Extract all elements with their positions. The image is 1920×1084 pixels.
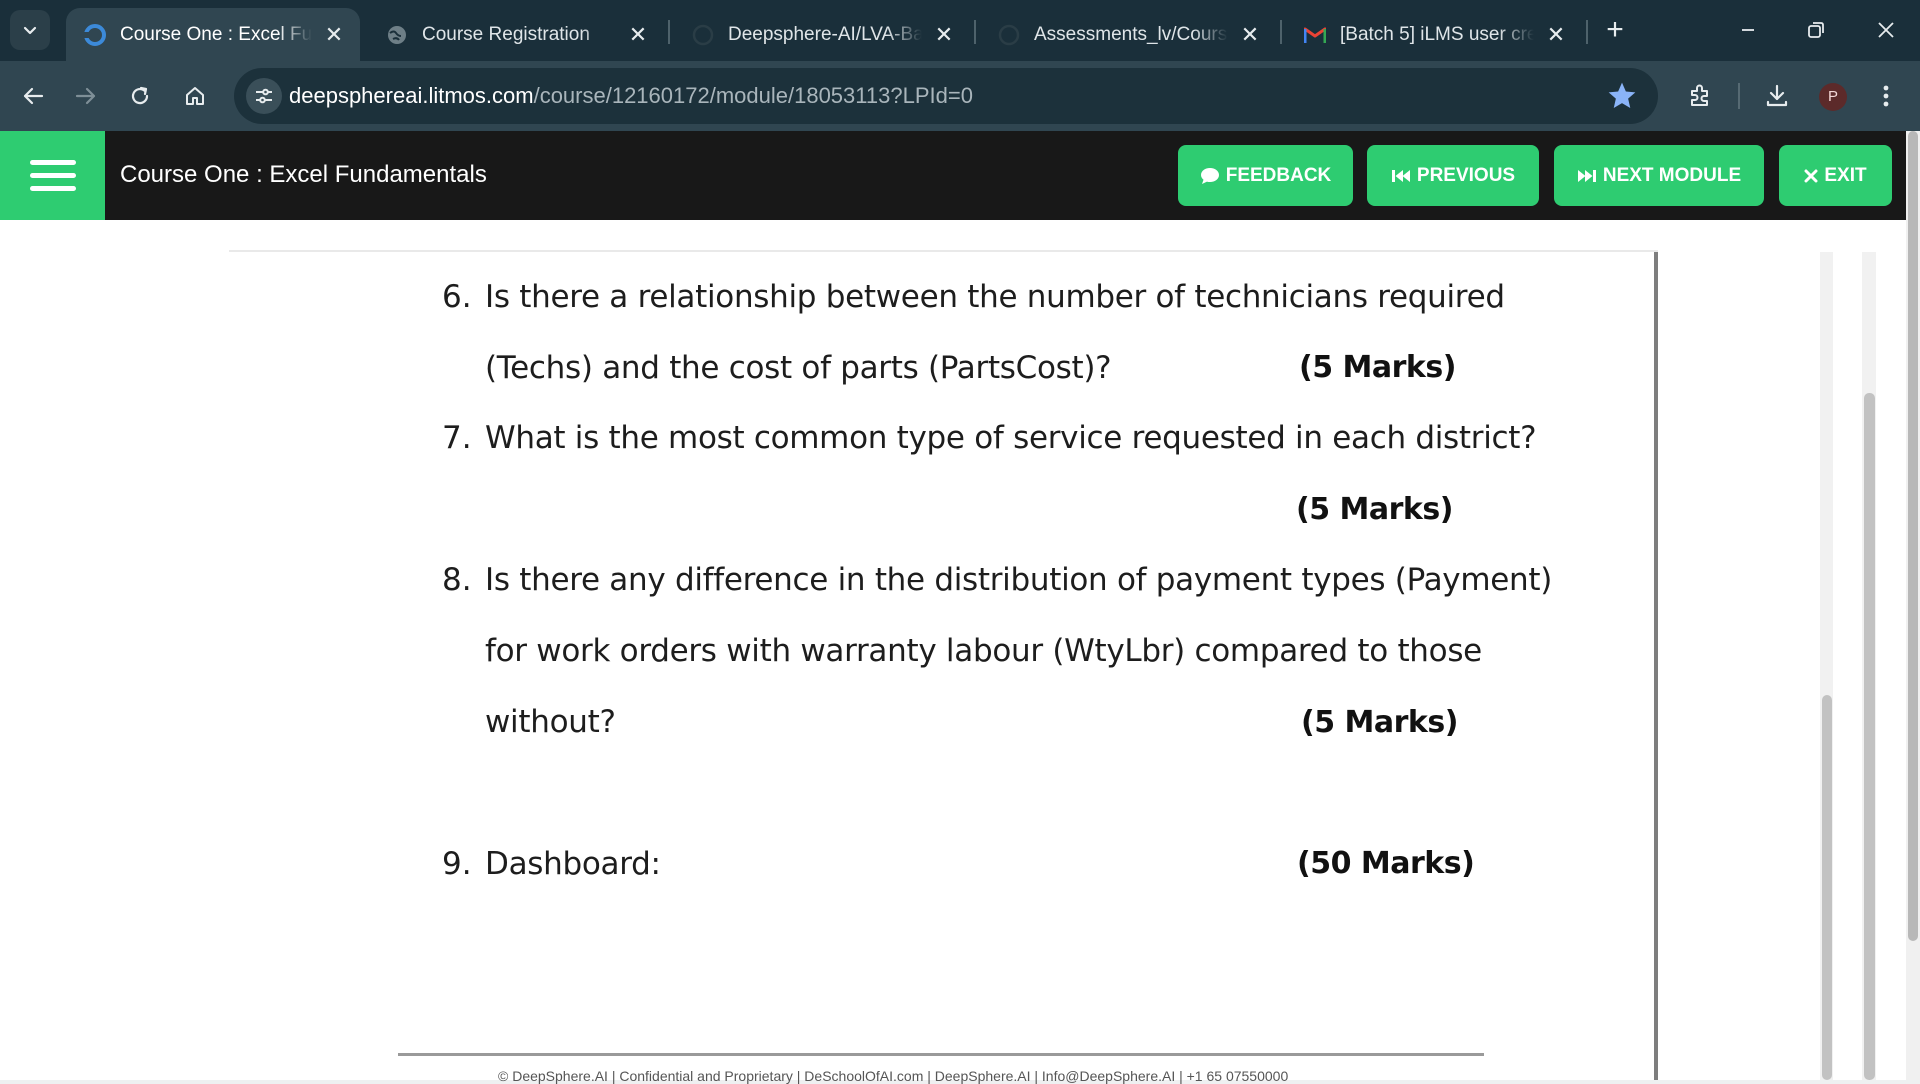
browser-tab-course-registration[interactable]: Course Registration ✕	[368, 8, 664, 61]
tab-separator	[1280, 20, 1282, 44]
close-icon[interactable]: ✕	[932, 22, 956, 48]
feedback-label: FEEDBACK	[1225, 164, 1332, 186]
question-number: 6.	[442, 279, 472, 315]
tab-title: Course Registration	[422, 23, 590, 45]
reload-icon[interactable]	[120, 76, 160, 116]
marks-label: (50 Marks)	[1297, 846, 1475, 881]
profile-avatar[interactable]: P	[1819, 83, 1847, 111]
close-icon[interactable]: ✕	[626, 22, 650, 48]
question-text: without?	[485, 704, 616, 740]
page-footer: © DeepSphere.AI | Confidential and Propr…	[498, 1068, 1289, 1084]
tab-title: Deepsphere-AI/LVA-Batch	[728, 23, 922, 45]
frame-scrollbar-thumb[interactable]	[1864, 393, 1875, 1080]
course-title: Course One : Excel Fundamentals	[120, 161, 487, 188]
marks-label: (5 Marks)	[1301, 705, 1458, 740]
next-module-label: NEXT MODULE	[1602, 164, 1742, 186]
tab-title: Course One : Excel Fundamentals	[120, 23, 312, 45]
toolbar-separator	[1738, 83, 1740, 109]
question-number: 7.	[442, 420, 472, 456]
restore-icon[interactable]	[1796, 12, 1836, 48]
browser-tab-course-one[interactable]: Course One : Excel Fundamentals ✕	[66, 8, 360, 61]
skip-forward-icon	[1577, 168, 1597, 184]
question-number: 9.	[442, 846, 472, 882]
previous-button[interactable]: PREVIOUS	[1367, 145, 1539, 206]
viewer-scrollbar-thumb[interactable]	[1822, 695, 1832, 1080]
github-icon	[692, 24, 714, 46]
question-text: What is the most common type of service …	[485, 420, 1537, 456]
chevron-down-icon	[23, 26, 37, 35]
tab-separator	[974, 20, 976, 44]
window-close-icon[interactable]	[1866, 12, 1906, 48]
question-text: for work orders with warranty labour (Wt…	[485, 633, 1482, 669]
feedback-button[interactable]: FEEDBACK	[1178, 145, 1353, 206]
gmail-icon	[1304, 24, 1326, 46]
close-icon[interactable]: ✕	[1238, 22, 1262, 48]
tab-title: [Batch 5] iLMS user credentials	[1340, 23, 1534, 45]
close-icon[interactable]: ✕	[322, 22, 346, 48]
globe-icon	[386, 24, 408, 46]
exit-button[interactable]: EXIT	[1779, 145, 1892, 206]
browser-tab-gmail[interactable]: [Batch 5] iLMS user credentials ✕	[1286, 8, 1582, 61]
exit-label: EXIT	[1824, 164, 1867, 186]
close-icon[interactable]: ✕	[1544, 22, 1568, 48]
comment-icon	[1200, 167, 1220, 185]
browser-tab-deepsphere-github[interactable]: Deepsphere-AI/LVA-Batch ✕	[674, 8, 970, 61]
question-text: Dashboard:	[485, 846, 661, 882]
marks-label: (5 Marks)	[1299, 350, 1456, 385]
close-icon	[1804, 169, 1818, 183]
browser-tab-strip: Course One : Excel Fundamentals ✕ Course…	[0, 0, 1920, 61]
bookmark-star-icon[interactable]	[1606, 80, 1638, 112]
question-text: (Techs) and the cost of parts (PartsCost…	[485, 350, 1112, 386]
question-text: Is there a relationship between the numb…	[485, 279, 1505, 315]
github-icon	[998, 24, 1020, 46]
litmos-icon	[84, 23, 106, 46]
extensions-icon[interactable]	[1680, 76, 1720, 116]
tab-search-button[interactable]	[10, 10, 50, 50]
site-settings-icon[interactable]	[246, 78, 282, 114]
tab-separator	[668, 20, 670, 44]
url-domain: deepsphereai.litmos.com	[289, 83, 534, 108]
back-arrow-icon[interactable]	[13, 76, 53, 116]
home-icon[interactable]	[175, 76, 215, 116]
page-shadow	[1654, 252, 1658, 1080]
skip-back-icon	[1391, 168, 1411, 184]
new-tab-button[interactable]: +	[1598, 14, 1632, 48]
footer-divider	[398, 1053, 1484, 1056]
tab-title: Assessments_lv/Course - Assessments	[1034, 23, 1228, 45]
download-icon[interactable]	[1757, 76, 1797, 116]
url-text: deepsphereai.litmos.com/course/12160172/…	[289, 83, 973, 109]
question-number: 8.	[442, 562, 472, 598]
url-path: /course/12160172/module/18053113?LPId=0	[533, 83, 973, 108]
browser-toolbar: deepsphereai.litmos.com/course/12160172/…	[0, 61, 1920, 131]
browser-tab-assessments[interactable]: Assessments_lv/Course - Assessments ✕	[980, 8, 1276, 61]
forward-arrow-icon[interactable]	[66, 76, 106, 116]
question-text: Is there any difference in the distribut…	[485, 562, 1552, 598]
marks-label: (5 Marks)	[1296, 492, 1453, 527]
page-scrollbar-thumb[interactable]	[1908, 131, 1918, 941]
address-bar[interactable]: deepsphereai.litmos.com/course/12160172/…	[234, 68, 1658, 124]
tab-separator	[1586, 20, 1588, 44]
minimize-icon[interactable]	[1728, 12, 1768, 48]
course-header: Course One : Excel Fundamentals FEEDBACK…	[0, 131, 1906, 220]
next-module-button[interactable]: NEXT MODULE	[1554, 145, 1764, 206]
more-menu-icon[interactable]	[1866, 76, 1906, 116]
hamburger-menu-icon[interactable]	[0, 131, 105, 220]
previous-label: PREVIOUS	[1416, 164, 1516, 186]
